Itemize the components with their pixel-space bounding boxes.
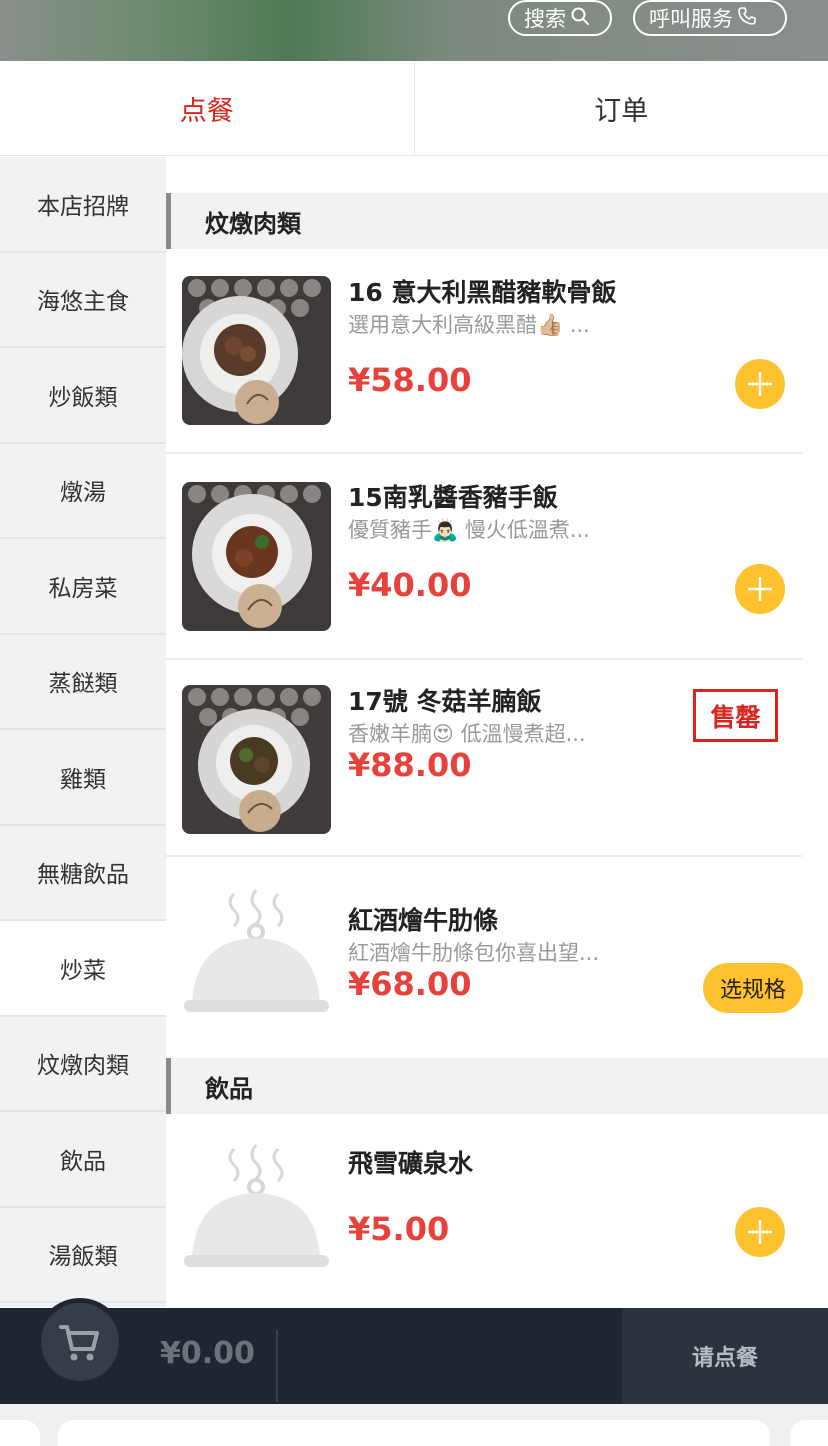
checkout-button[interactable]: 请点餐 — [622, 1308, 828, 1404]
list-item[interactable]: 16 意大利黑醋豬軟骨飯 選用意大利高級黑醋👍🏼 ... ¥58.00 — [166, 249, 828, 454]
bottom-card — [58, 1420, 770, 1446]
add-to-cart-button[interactable] — [735, 359, 785, 409]
tab-order-food[interactable]: 点餐 — [0, 61, 414, 155]
call-service-button[interactable]: 呼叫服务 — [633, 0, 787, 36]
add-to-cart-button[interactable] — [735, 564, 785, 614]
dish-photo — [182, 685, 331, 834]
list-item[interactable]: 紅酒燴牛肋條 紅酒燴牛肋條包你喜出望... ¥68.00 选规格 — [166, 857, 828, 1056]
cart-total: ¥0.00 — [160, 1336, 255, 1371]
add-to-cart-button[interactable] — [735, 1207, 785, 1257]
dish-description: 香嫩羊腩😍 低溫慢煮超... — [348, 722, 586, 746]
plus-icon — [748, 1220, 772, 1244]
sidebar-item[interactable]: 湯飯類 — [0, 1208, 166, 1303]
search-icon — [570, 6, 590, 31]
product-list: 炆燉肉類 16 意大利黑醋豬軟骨飯 選用意大利高級黑醋👍🏼 ... ¥58.00 — [166, 157, 828, 1307]
tab-orders[interactable]: 订单 — [413, 61, 828, 155]
dish-description: 優質豬手🙇🏻‍♂️ 慢火低溫煮... — [348, 518, 590, 542]
sidebar-item[interactable]: 雞類 — [0, 730, 166, 826]
list-item[interactable]: 17號 冬菇羊腩飯 香嫩羊腩😍 低溫慢煮超... ¥88.00 售罄 — [166, 660, 828, 857]
dish-price: ¥88.00 — [348, 746, 472, 784]
dish-name: 紅酒燴牛肋條 — [348, 906, 499, 935]
dish-price: ¥40.00 — [348, 566, 472, 604]
dish-price: ¥5.00 — [348, 1210, 450, 1248]
cloche-icon — [182, 1137, 331, 1286]
cloche-icon — [182, 882, 331, 1031]
dish-photo — [182, 482, 331, 631]
sidebar-item[interactable]: 飲品 — [0, 1112, 166, 1208]
dish-placeholder-image — [182, 882, 331, 1031]
top-banner: 搜索 呼叫服务 — [0, 0, 828, 61]
cart-button[interactable] — [36, 1298, 124, 1386]
dish-description: 選用意大利高級黑醋👍🏼 ... — [348, 313, 590, 337]
sidebar-item[interactable]: 炒飯類 — [0, 348, 166, 444]
sidebar-item[interactable]: 海悠主食 — [0, 253, 166, 348]
section-title: 炆燉肉類 — [166, 193, 828, 249]
dish-description: 紅酒燴牛肋條包你喜出望... — [348, 941, 600, 965]
section-title: 飲品 — [166, 1058, 828, 1114]
bottom-card — [0, 1420, 40, 1446]
list-item[interactable]: 15南乳醬香豬手飯 優質豬手🙇🏻‍♂️ 慢火低溫煮... ¥40.00 — [166, 454, 828, 660]
dish-name: 16 意大利黑醋豬軟骨飯 — [348, 278, 617, 307]
sidebar-item[interactable]: 蒸餸類 — [0, 635, 166, 730]
sold-out-badge: 售罄 — [693, 689, 778, 742]
sidebar-item[interactable]: 本店招牌 — [0, 157, 166, 253]
dish-price: ¥58.00 — [348, 361, 472, 399]
dish-placeholder-image — [182, 1137, 331, 1286]
call-service-label: 呼叫服务 — [649, 7, 733, 31]
dish-price: ¥68.00 — [348, 965, 472, 1003]
dish-name: 15南乳醬香豬手飯 — [348, 483, 558, 512]
sidebar-item[interactable]: 私房菜 — [0, 539, 166, 635]
cart-icon — [59, 1325, 99, 1361]
search-label: 搜索 — [524, 7, 566, 31]
category-sidebar: 本店招牌 海悠主食 炒飯類 燉湯 私房菜 蒸餸類 雞類 無糖飲品 炒菜 炆燉肉類… — [0, 157, 166, 1307]
list-item[interactable]: 飛雪礦泉水 ¥5.00 — [166, 1114, 828, 1307]
sidebar-item[interactable]: 炆燉肉類 — [0, 1017, 166, 1112]
select-spec-button[interactable]: 选规格 — [703, 963, 803, 1013]
sidebar-item[interactable]: 燉湯 — [0, 444, 166, 539]
sidebar-item-active[interactable]: 炒菜 — [0, 921, 166, 1017]
plus-icon — [748, 372, 772, 396]
plus-icon — [748, 577, 772, 601]
search-button[interactable]: 搜索 — [508, 0, 612, 36]
dish-name: 飛雪礦泉水 — [348, 1149, 474, 1178]
dish-name: 17號 冬菇羊腩飯 — [348, 687, 542, 716]
sidebar-item[interactable]: 無糖飲品 — [0, 826, 166, 921]
dish-photo — [182, 276, 331, 425]
divider — [276, 1330, 278, 1402]
phone-icon — [737, 6, 757, 31]
tab-bar: 点餐 订单 — [0, 61, 828, 156]
bottom-card — [790, 1420, 828, 1446]
